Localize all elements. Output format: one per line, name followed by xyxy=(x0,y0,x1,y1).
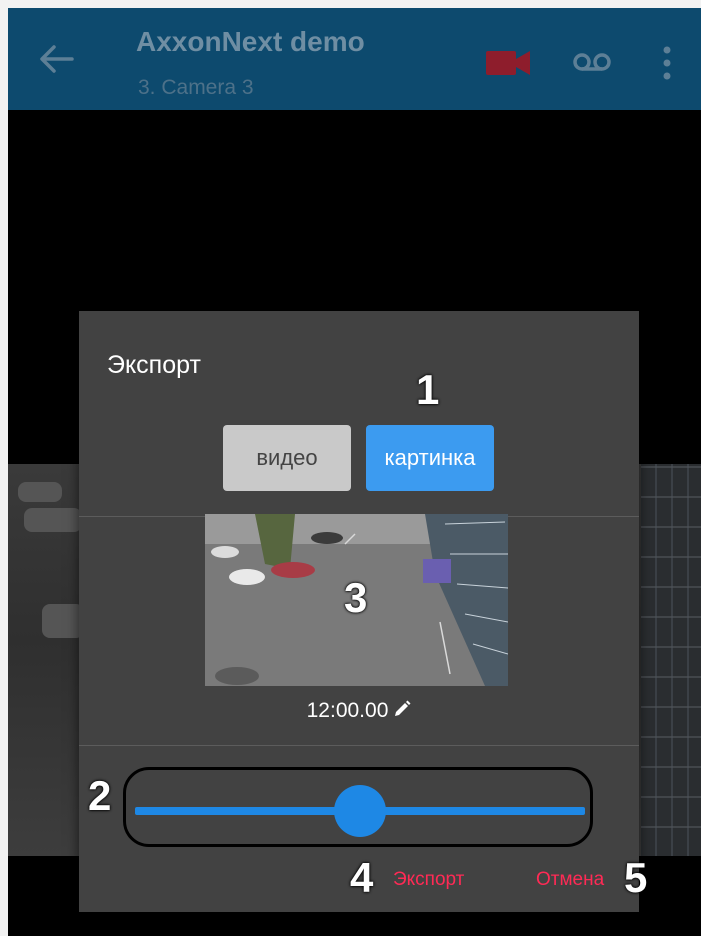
videocam-icon[interactable] xyxy=(486,50,530,76)
annotation-outline xyxy=(123,767,593,847)
toolbar: AxxonNext demo 3. Camera 3 xyxy=(8,8,701,110)
parked-car xyxy=(18,482,62,502)
parked-car xyxy=(42,604,84,638)
app-title: AxxonNext demo xyxy=(136,26,365,57)
callout-number: 2 xyxy=(88,772,112,819)
dialog-title: Экспорт xyxy=(107,351,201,379)
export-button[interactable]: Экспорт xyxy=(393,869,464,891)
parked-car xyxy=(24,508,82,532)
mode-picture-button[interactable]: картинка xyxy=(366,425,494,491)
voicemail-icon[interactable] xyxy=(572,52,612,72)
camera-subtitle: 3. Camera 3 xyxy=(138,76,254,99)
more-vert-icon[interactable] xyxy=(662,46,672,80)
divider xyxy=(79,745,639,746)
timestamp-row[interactable]: 12:00.00 xyxy=(79,699,639,723)
callout-number: 3 xyxy=(344,574,368,621)
callout-number: 1 xyxy=(416,366,440,413)
arrow-left-icon[interactable] xyxy=(38,44,74,74)
pencil-icon[interactable] xyxy=(393,700,411,718)
app-screen: AxxonNext demo 3. Camera 3 Экспорт видео… xyxy=(8,8,701,936)
callout-number: 5 xyxy=(624,854,648,901)
mode-video-button[interactable]: видео xyxy=(223,425,351,491)
building-windows xyxy=(641,464,701,856)
callout-number: 4 xyxy=(350,854,374,901)
cancel-button[interactable]: Отмена xyxy=(536,869,604,891)
timestamp: 12:00.00 xyxy=(306,699,389,722)
